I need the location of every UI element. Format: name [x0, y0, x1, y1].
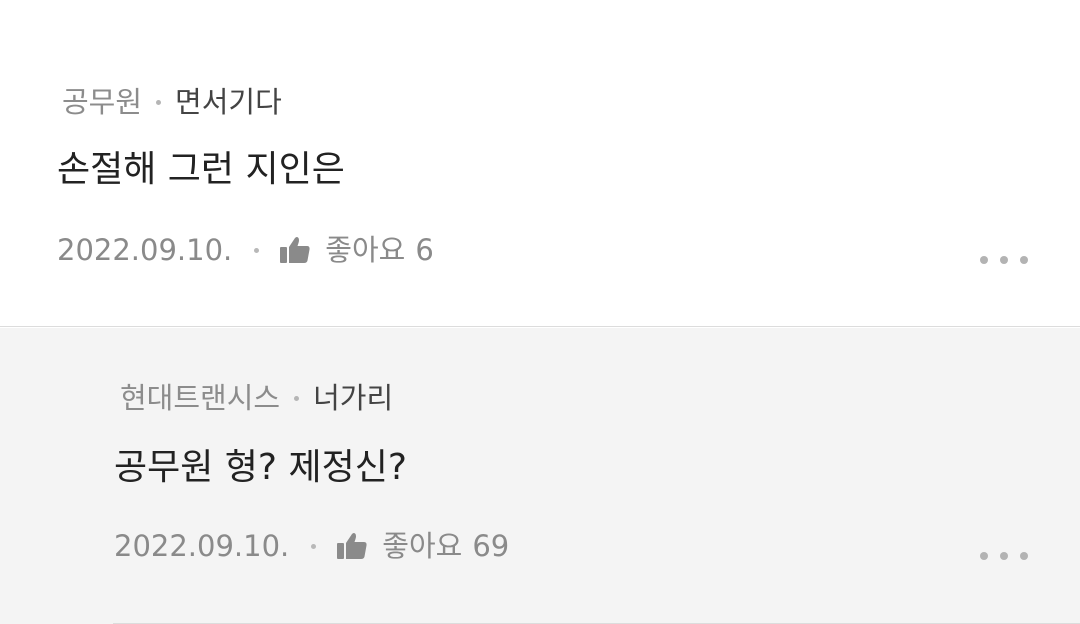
separator-dot: [311, 543, 317, 549]
thumbs-up-icon[interactable]: [279, 235, 311, 265]
more-options-button[interactable]: [980, 250, 1028, 270]
reply-footer: 2022.09.10. 좋아요 69: [114, 531, 509, 561]
comment-footer: 2022.09.10. 좋아요 6: [57, 235, 434, 265]
more-horizontal-icon: [980, 552, 988, 560]
separator-dot: [156, 100, 162, 105]
like-count: 69: [472, 528, 510, 563]
author-nickname[interactable]: 너가리: [313, 384, 393, 413]
reply-item: 현대트랜시스 너가리 공무원 형? 제정신? 2022.09.10. 좋아요 6…: [0, 328, 1080, 624]
author-company: 현대트랜시스: [120, 381, 281, 415]
thumbs-up-icon[interactable]: [336, 531, 368, 561]
comment-text: 손절해 그런 지인은: [57, 149, 345, 190]
comment-author: 공무원 면서기다: [62, 88, 282, 117]
author-nickname[interactable]: 면서기다: [175, 88, 282, 117]
separator-dot: [294, 396, 300, 401]
separator-dot: [254, 247, 260, 253]
comment-item: 공무원 면서기다 손절해 그런 지인은 2022.09.10. 좋아요 6: [0, 0, 1080, 327]
reply-date: 2022.09.10.: [114, 528, 290, 563]
author-company: 공무원: [62, 85, 143, 119]
more-options-button[interactable]: [980, 546, 1028, 566]
reply-author: 현대트랜시스 너가리: [120, 384, 393, 413]
reply-text: 공무원 형? 제정신?: [114, 447, 407, 488]
like-count: 6: [415, 232, 434, 267]
comment-date: 2022.09.10.: [57, 232, 233, 267]
more-horizontal-icon: [980, 256, 988, 264]
like-label[interactable]: 좋아요: [325, 235, 405, 265]
like-label[interactable]: 좋아요: [382, 531, 462, 561]
